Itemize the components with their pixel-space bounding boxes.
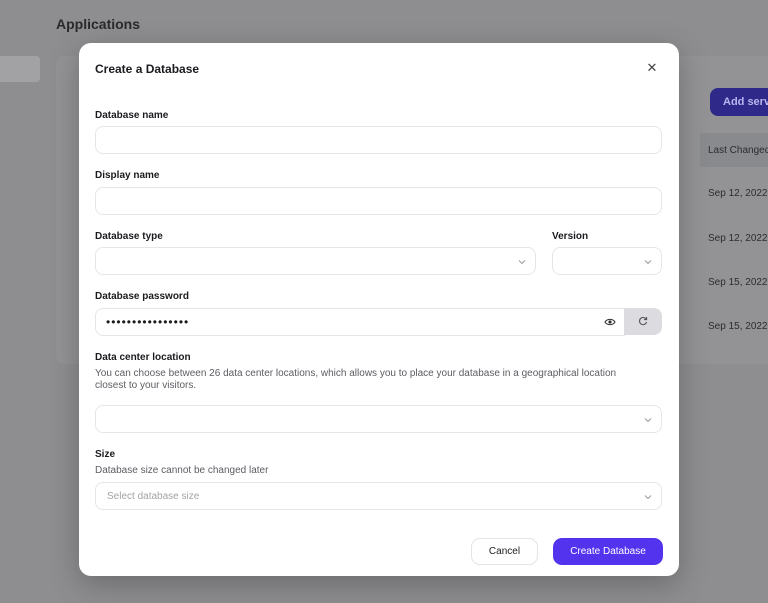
chevron-down-icon (644, 495, 652, 500)
database-password-field[interactable]: •••••••••••••••• (95, 308, 625, 336)
table-row: Sep 12, 2022 (708, 188, 768, 199)
database-name-field[interactable] (95, 126, 662, 154)
chevron-down-icon (644, 418, 652, 423)
table-row: Sep 12, 2022 (708, 233, 768, 244)
create-database-button[interactable]: Create Database (553, 538, 663, 565)
table-row: Sep 15, 2022 (708, 277, 768, 288)
size-select-placeholder: Select database size (107, 491, 200, 502)
password-value: •••••••••••••••• (106, 315, 190, 329)
sidebar-item (0, 56, 40, 82)
data-center-select[interactable] (95, 405, 662, 433)
regenerate-password-button[interactable] (624, 308, 662, 335)
close-icon[interactable]: ✕ (645, 61, 659, 75)
chevron-down-icon (644, 260, 652, 265)
column-header-last-changed: Last Changed (708, 145, 768, 156)
size-hint: Database size cannot be changed later (95, 465, 269, 476)
database-name-input[interactable] (96, 127, 661, 153)
size-label: Size (95, 449, 116, 460)
modal-title: Create a Database (95, 62, 200, 76)
display-name-field[interactable] (95, 187, 662, 215)
cancel-button[interactable]: Cancel (471, 538, 538, 565)
display-name-input[interactable] (96, 188, 661, 214)
database-password-label: Database password (95, 291, 189, 302)
eye-icon[interactable] (604, 317, 616, 327)
chevron-down-icon (518, 260, 526, 265)
data-center-label: Data center location (95, 352, 191, 363)
display-name-label: Display name (95, 170, 160, 181)
create-database-modal: Create a Database ✕ Database name Displa… (79, 43, 679, 576)
database-type-label: Database type (95, 231, 163, 242)
refresh-icon (638, 316, 648, 326)
data-center-hint: You can choose between 26 data center lo… (95, 368, 617, 391)
version-select[interactable] (552, 247, 662, 275)
table-header: Last Changed (700, 133, 768, 167)
table-row: Sep 15, 2022 (708, 321, 768, 332)
database-name-label: Database name (95, 110, 169, 121)
add-service-button: Add servi (710, 88, 768, 116)
version-label: Version (552, 231, 589, 242)
size-select[interactable]: Select database size (95, 482, 662, 510)
page-title: Applications (56, 16, 141, 32)
database-type-select[interactable] (95, 247, 536, 275)
